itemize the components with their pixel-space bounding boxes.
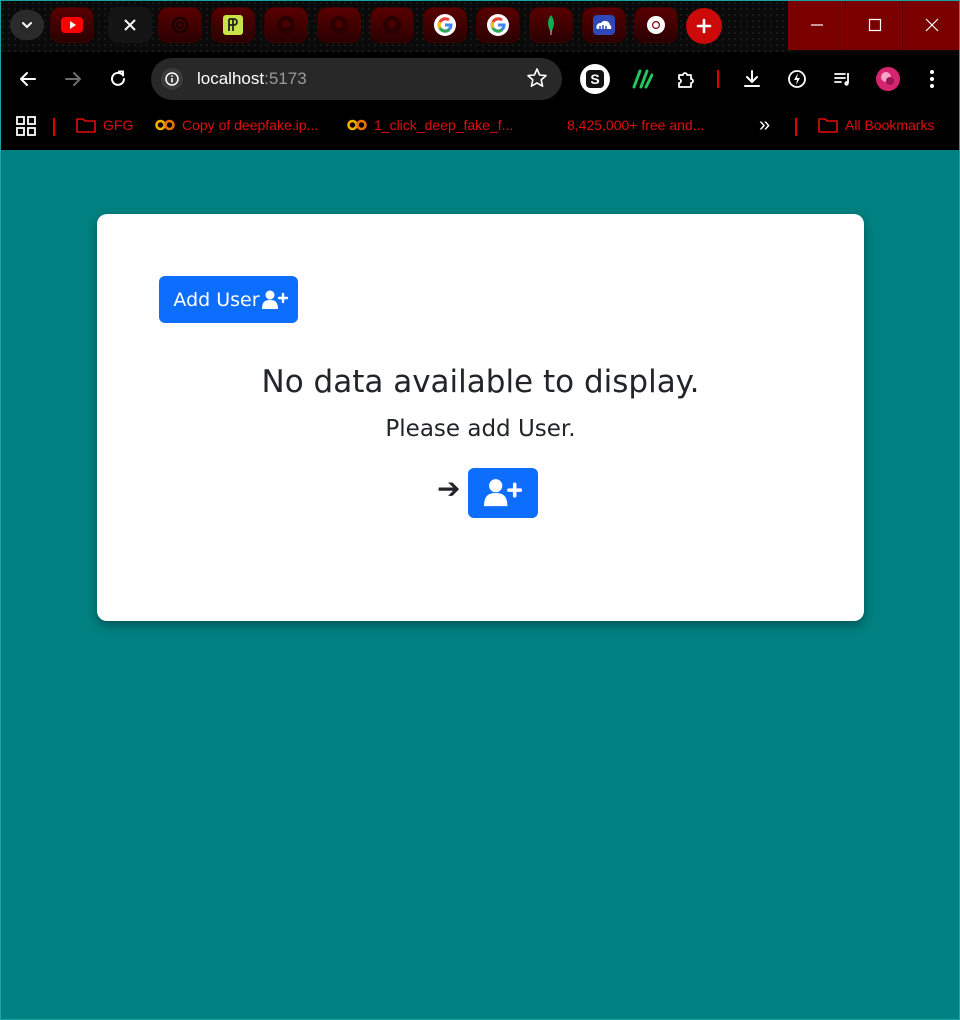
add-user-button[interactable]: Add User (159, 276, 298, 323)
tab-youtube[interactable] (50, 7, 94, 43)
download-icon (744, 70, 760, 87)
all-bookmarks-label: All Bookmarks (845, 117, 935, 133)
minimize-icon (810, 24, 823, 26)
close-window-button[interactable] (902, 0, 960, 50)
tab-current[interactable] (108, 7, 152, 43)
youtube-icon (61, 17, 83, 33)
bookmark-colab-1-click[interactable]: 1_click_deep_fake_f... (347, 117, 513, 133)
address-bar[interactable]: localhost:5173 (151, 58, 562, 100)
plus-icon (696, 18, 712, 34)
bookmarks-separator (53, 118, 55, 136)
extension-slash-button[interactable] (625, 63, 657, 95)
tab-strip (0, 0, 960, 52)
apps-button[interactable] (16, 116, 36, 136)
colab-icon (155, 119, 175, 131)
tab-github-1[interactable] (264, 7, 308, 43)
tab-github-2[interactable] (317, 7, 361, 43)
tab-github-3[interactable] (370, 7, 414, 43)
bookmark-colab-deepfake[interactable]: Copy of deepfake.ip... (155, 117, 318, 133)
tab-pp[interactable] (211, 7, 255, 43)
maximize-icon (868, 18, 881, 32)
info-icon (165, 72, 179, 86)
performance-icon (788, 70, 806, 88)
bookmark-label: 8,425,000+ free and... (567, 117, 705, 133)
slashes-extension-icon (632, 69, 653, 89)
puzzle-icon (678, 72, 694, 88)
url-port: :5173 (264, 69, 307, 88)
forward-button[interactable] (57, 63, 89, 95)
playlist-icon (834, 73, 849, 86)
new-tab-button[interactable] (686, 8, 722, 44)
downloads-button[interactable] (736, 63, 768, 95)
toolbar-separator (717, 70, 719, 88)
arrow-right-icon (65, 72, 81, 86)
reload-button[interactable] (102, 63, 134, 95)
profile-button[interactable] (872, 63, 904, 95)
users-card: Add User No data available to display. P… (97, 214, 864, 621)
arrow-right-icon: ➔ (437, 473, 461, 504)
overflow-chevrons-icon: » (759, 114, 771, 136)
more-vertical-icon (930, 70, 934, 88)
cloud-icon (593, 15, 615, 35)
mongodb-icon (548, 15, 554, 35)
tab-google-2[interactable] (476, 7, 520, 43)
google-icon (434, 14, 456, 36)
folder-icon (818, 118, 838, 133)
bookmarks-bar: GFG Copy of deepfake.ip... 1_click_deep_… (0, 106, 960, 150)
browser-toolbar: localhost:5173 S (0, 52, 960, 106)
arrow-left-icon (20, 72, 36, 86)
all-bookmarks-button[interactable]: All Bookmarks (818, 117, 934, 133)
github-icon (330, 16, 348, 34)
bookmarks-overflow-button[interactable]: » (759, 114, 770, 137)
extensions-button[interactable] (670, 63, 702, 95)
media-controls-button[interactable] (827, 63, 859, 95)
chatgpt-icon (171, 16, 189, 34)
github-icon (277, 16, 295, 34)
empty-state-subtitle: Please add User. (385, 416, 576, 442)
colab-icon (347, 119, 367, 131)
user-plus-icon (261, 290, 288, 309)
add-user-label: Add User (173, 288, 260, 311)
site-info-button[interactable] (161, 68, 183, 90)
apps-grid-icon (16, 116, 36, 136)
browser-menu-button[interactable] (916, 63, 948, 95)
google-icon (487, 14, 509, 36)
back-button[interactable] (12, 63, 44, 95)
add-user-icon-button[interactable] (468, 468, 538, 518)
tab-search-button[interactable] (10, 10, 44, 40)
bookmark-label: 1_click_deep_fake_f... (374, 117, 514, 133)
bookmark-label: GFG (103, 117, 134, 133)
chrome-icon (647, 16, 665, 34)
user-plus-icon (484, 479, 522, 507)
minimize-button[interactable] (788, 0, 845, 50)
url-host: localhost (197, 69, 265, 88)
bookmark-label: Copy of deepfake.ip... (182, 117, 319, 133)
github-icon (383, 16, 401, 34)
star-icon (527, 68, 547, 87)
tab-mongodb[interactable] (529, 7, 573, 43)
tab-chrome[interactable] (634, 7, 678, 43)
tab-google-1[interactable] (423, 7, 467, 43)
close-icon[interactable] (123, 18, 137, 32)
maximize-button[interactable] (845, 0, 903, 50)
extension-s-button[interactable]: S (580, 64, 610, 94)
tab-chatgpt[interactable] (158, 7, 202, 43)
reload-icon (111, 70, 125, 86)
bookmark-gfg[interactable]: GFG (76, 117, 133, 133)
tab-cloud[interactable] (582, 7, 626, 43)
pp-icon (223, 15, 243, 35)
empty-state-title: No data available to display. (261, 364, 700, 400)
close-icon (925, 18, 939, 32)
bookmark-free-items[interactable]: 8,425,000+ free and... (567, 117, 704, 133)
performance-button[interactable] (781, 63, 813, 95)
bookmark-star-button[interactable] (526, 67, 548, 94)
url-text[interactable]: localhost:5173 (197, 69, 307, 89)
s-extension-icon: S (586, 70, 604, 88)
svg-text:S: S (590, 71, 599, 87)
bookmarks-separator (795, 118, 797, 136)
avatar-icon (876, 67, 900, 91)
folder-icon (76, 118, 96, 133)
chevron-down-icon (22, 22, 32, 29)
